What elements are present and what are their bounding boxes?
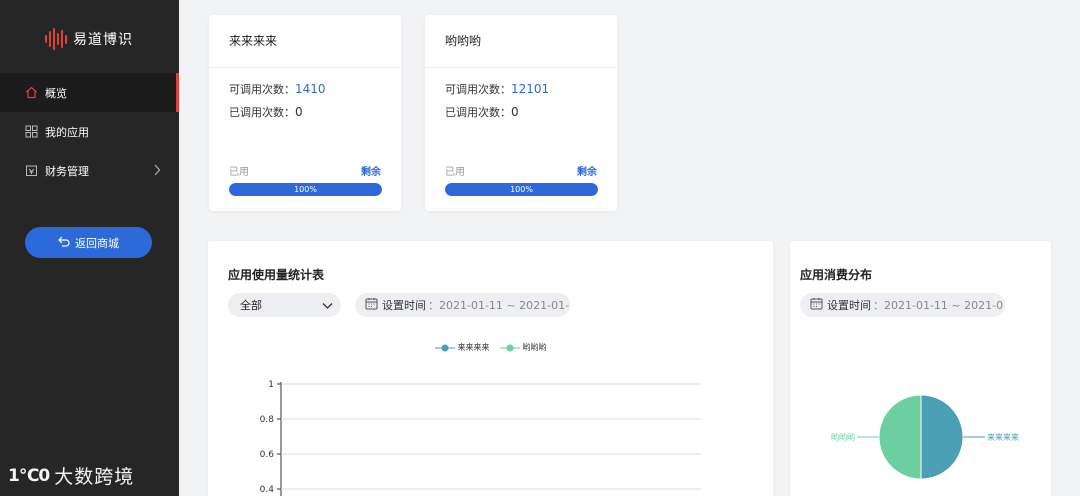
sidebar-item-label: 我的应用	[45, 125, 89, 139]
watermark-logo: 1℃0	[8, 465, 50, 486]
available-calls-label: 可调用次数：	[445, 83, 511, 96]
pie-slice-label: 来来来来	[987, 433, 1019, 442]
chevron-right-icon	[153, 164, 161, 179]
y-tick-label: 0.4	[260, 485, 275, 495]
called-count-row: 已调用次数：0	[229, 104, 303, 120]
back-button-label: 返回商城	[75, 236, 119, 250]
available-calls-value: 1410	[295, 82, 326, 96]
y-tick-label: 0.6	[260, 450, 275, 460]
pie-slice	[920, 394, 964, 480]
sidebar-item-label: 财务管理	[45, 164, 89, 178]
app-name: 来来来来	[209, 15, 401, 68]
usage-line-chart: 1 0.8 0.6 0.4	[260, 380, 701, 496]
usage-progress-bar: 100%	[445, 183, 598, 196]
sidebar-item-my-apps[interactable]: 我的应用	[0, 112, 179, 151]
remaining-label: 剩余	[577, 167, 597, 178]
available-calls-value: 12101	[511, 82, 550, 96]
usage-progress-bar: 100%	[229, 183, 382, 196]
available-calls-row: 可调用次数：12101	[445, 81, 549, 97]
available-calls-row: 可调用次数：1410	[229, 81, 326, 97]
app-name: 哟哟哟	[425, 15, 617, 68]
app-card: 哟哟哟 可调用次数：12101 已调用次数：0 已用 剩余 100%	[425, 15, 617, 211]
watermark-text: 大数跨境	[54, 466, 135, 488]
available-calls-label: 可调用次数：	[229, 83, 295, 96]
called-count-value: 0	[511, 105, 519, 119]
remaining-label: 剩余	[361, 167, 381, 178]
sidebar: 易道博识 概览 我的应用 财务管理 返回商城 1℃0 大数跨境	[0, 0, 179, 496]
called-count-row: 已调用次数：0	[445, 104, 519, 120]
pie-slice-label: 哟哟哟	[831, 432, 855, 442]
sidebar-item-overview[interactable]: 概览	[0, 73, 179, 112]
wallet-icon	[24, 164, 38, 178]
app-card: 来来来来 可调用次数：1410 已调用次数：0 已用 剩余 100%	[209, 15, 401, 211]
logo-text: 易道博识	[73, 32, 133, 48]
used-label: 已用	[229, 167, 249, 178]
progress-fill: 100%	[445, 183, 598, 196]
usage-stats-card: 应用使用量统计表 全部 设置时间 ：2021-01-11 ~ 2021-01- …	[208, 241, 773, 496]
sidebar-item-label: 概览	[45, 86, 67, 100]
sidebar-nav: 概览 我的应用 财务管理	[0, 73, 179, 190]
home-icon	[24, 86, 38, 100]
called-count-value: 0	[295, 105, 303, 119]
pie-slice	[878, 394, 922, 480]
return-icon	[58, 236, 70, 250]
y-tick-label: 1	[268, 380, 274, 390]
called-count-label: 已调用次数：	[229, 106, 295, 119]
watermark: 1℃0 大数跨境	[8, 462, 134, 489]
used-label: 已用	[445, 167, 465, 178]
logo: 易道博识	[45, 28, 133, 50]
consumption-distribution-card: 应用消费分布 设置时间 ：2021-01-11 ~ 2021-01- 来来来来哟…	[790, 241, 1051, 496]
y-tick-label: 0.8	[260, 415, 275, 425]
called-count-label: 已调用次数：	[445, 106, 511, 119]
progress-fill: 100%	[229, 183, 382, 196]
back-to-store-button[interactable]: 返回商城	[25, 227, 152, 258]
grid-icon	[24, 125, 38, 139]
logo-icon	[45, 28, 67, 50]
sidebar-item-finance[interactable]: 财务管理	[0, 151, 179, 190]
consumption-pie-chart: 来来来来 哟哟哟	[831, 394, 1019, 480]
